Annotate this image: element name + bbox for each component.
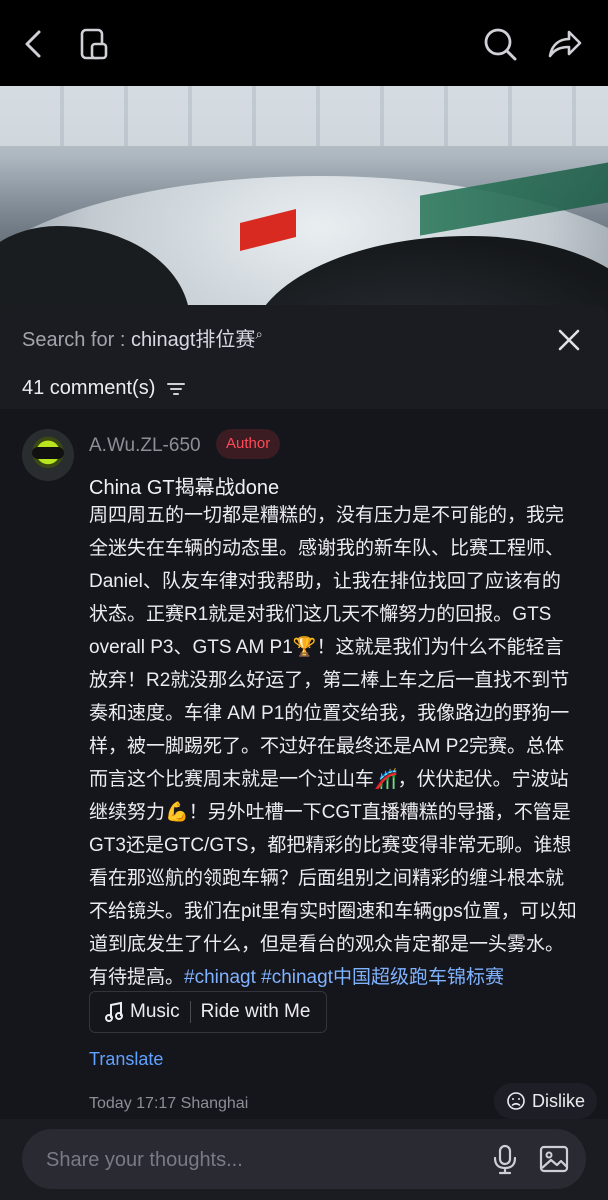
comment-time: Today 17:17 [89, 1095, 177, 1112]
comment-input-box [22, 1129, 586, 1191]
search-query[interactable]: chinagt排位赛 [131, 329, 256, 351]
top-bar [0, 0, 608, 86]
music-label: Music [130, 1001, 180, 1022]
comment-item: A.Wu.ZL-650 Author China GT揭幕战done 周四周五的… [0, 409, 608, 1119]
music-title: Ride with Me [200, 1001, 311, 1022]
search-small-icon: ⌕ [255, 326, 263, 342]
image-icon[interactable] [538, 1143, 570, 1175]
dislike-button[interactable]: Dislike [494, 1083, 598, 1119]
comment-text: 周四周五的一切都是糟糕的，没有压力是不可能的，我完全迷失在车辆的动态里。感谢我的… [89, 505, 577, 988]
comments-count: 41 comment(s) [22, 377, 156, 399]
dislike-label: Dislike [532, 1090, 586, 1111]
close-icon[interactable] [552, 323, 586, 357]
microphone-icon[interactable] [490, 1143, 520, 1175]
comment-location: Shanghai [180, 1095, 249, 1112]
translate-link[interactable]: Translate [89, 1049, 163, 1070]
comment-input[interactable] [44, 1129, 468, 1191]
comment-input-bar [0, 1119, 608, 1200]
comment-meta: Today 17:17 Shanghai [89, 1095, 248, 1113]
search-prefix: Search for : [22, 329, 131, 351]
chevron-left-icon[interactable] [14, 24, 54, 64]
search-suggestion[interactable]: Search for : chinagt排位赛⌕ [22, 323, 263, 352]
post-image [0, 86, 608, 316]
comment-body: 周四周五的一切都是糟糕的，没有压力是不可能的，我完全迷失在车辆的动态里。感谢我的… [89, 499, 579, 994]
music-pill[interactable]: Music Ride with Me [89, 991, 327, 1033]
filter-icon[interactable] [165, 378, 187, 400]
comment-title: China GT揭幕战done [89, 477, 280, 499]
copy-icon[interactable] [74, 24, 114, 64]
music-note-icon [105, 1001, 123, 1022]
avatar[interactable] [22, 429, 74, 481]
comments-count-row: 41 comment(s) [22, 377, 187, 400]
comments-sheet: Search for : chinagt排位赛⌕ 41 comment(s) A… [0, 305, 608, 1200]
author-badge: Author [216, 429, 281, 459]
dislike-face-icon [507, 1092, 525, 1110]
share-icon[interactable] [544, 24, 584, 64]
hashtags[interactable]: #chinagt #chinagt中国超级跑车锦标赛 [184, 967, 504, 988]
search-icon[interactable] [480, 24, 520, 64]
comment-username[interactable]: A.Wu.ZL-650 [89, 435, 201, 457]
